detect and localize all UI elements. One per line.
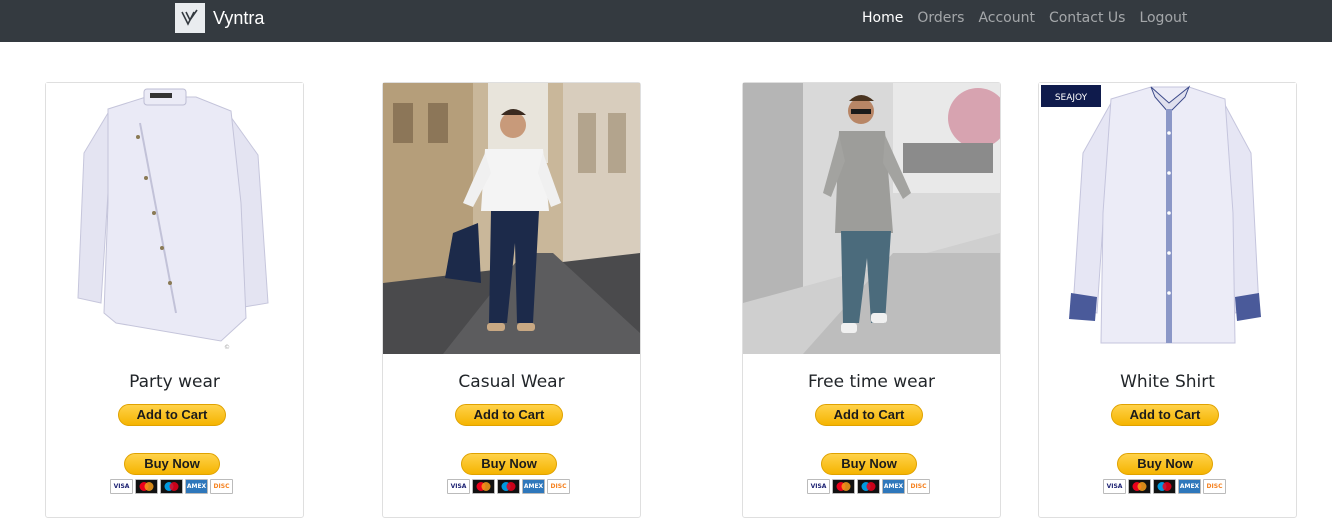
product-card: SEAJOY White Shirt Add to Cart Buy Now V… xyxy=(1038,82,1297,518)
maestro-icon xyxy=(497,479,520,494)
discover-icon: DISC xyxy=(907,479,930,494)
visa-icon: VISA xyxy=(1103,479,1126,494)
payment-icons: VISA AMEX DISC xyxy=(1103,479,1228,494)
nav-account[interactable]: Account xyxy=(978,10,1035,26)
product-title: Casual Wear xyxy=(458,372,565,392)
brand-name: Vyntra xyxy=(213,7,265,28)
product-image[interactable] xyxy=(383,83,640,354)
visa-icon: VISA xyxy=(447,479,470,494)
product-title: Party wear xyxy=(129,372,220,392)
add-to-cart-button[interactable]: Add to Cart xyxy=(118,404,226,426)
brand[interactable]: Vyntra xyxy=(175,2,264,34)
maestro-icon xyxy=(1153,479,1176,494)
product-image[interactable]: © xyxy=(46,83,303,354)
brand-logo-icon xyxy=(175,3,205,33)
product-image[interactable]: SEAJOY xyxy=(1039,83,1296,354)
mastercard-icon xyxy=(135,479,158,494)
maestro-icon xyxy=(160,479,183,494)
nav-home[interactable]: Home xyxy=(862,10,903,26)
product-title: White Shirt xyxy=(1120,372,1215,392)
add-to-cart-button[interactable]: Add to Cart xyxy=(815,404,923,426)
amex-icon: AMEX xyxy=(1178,479,1201,494)
brand-tag-text: SEAJOY xyxy=(1055,93,1088,103)
visa-icon: VISA xyxy=(110,479,133,494)
buy-now-button[interactable]: Buy Now xyxy=(1117,453,1213,475)
nav-orders[interactable]: Orders xyxy=(917,10,964,26)
mastercard-icon xyxy=(472,479,495,494)
nav-logout[interactable]: Logout xyxy=(1139,10,1187,26)
discover-icon: DISC xyxy=(1203,479,1226,494)
buy-now-button[interactable]: Buy Now xyxy=(821,453,917,475)
payment-icons: VISA AMEX DISC xyxy=(110,479,235,494)
product-card: © Party wear Add to Cart Buy Now VISA AM… xyxy=(45,82,304,518)
top-navbar: Vyntra Home Orders Account Contact Us Lo… xyxy=(0,0,1332,42)
product-card: Casual Wear Add to Cart Buy Now VISA AME… xyxy=(382,82,641,518)
mastercard-icon xyxy=(832,479,855,494)
maestro-icon xyxy=(857,479,880,494)
nav-links: Home Orders Account Contact Us Logout xyxy=(862,0,1201,36)
buy-now-button[interactable]: Buy Now xyxy=(461,453,557,475)
amex-icon: AMEX xyxy=(185,479,208,494)
product-title: Free time wear xyxy=(807,372,936,392)
discover-icon: DISC xyxy=(547,479,570,494)
add-to-cart-button[interactable]: Add to Cart xyxy=(1111,404,1219,426)
buy-now-button[interactable]: Buy Now xyxy=(124,453,220,475)
svg-text:©: © xyxy=(224,344,230,351)
discover-icon: DISC xyxy=(210,479,233,494)
visa-icon: VISA xyxy=(807,479,830,494)
amex-icon: AMEX xyxy=(522,479,545,494)
product-card: Free time wear Add to Cart Buy Now VISA … xyxy=(742,82,1001,518)
amex-icon: AMEX xyxy=(882,479,905,494)
payment-icons: VISA AMEX DISC xyxy=(807,479,932,494)
add-to-cart-button[interactable]: Add to Cart xyxy=(455,404,563,426)
payment-icons: VISA AMEX DISC xyxy=(447,479,572,494)
product-image[interactable] xyxy=(743,83,1000,354)
mastercard-icon xyxy=(1128,479,1151,494)
nav-contact-us[interactable]: Contact Us xyxy=(1049,10,1125,26)
